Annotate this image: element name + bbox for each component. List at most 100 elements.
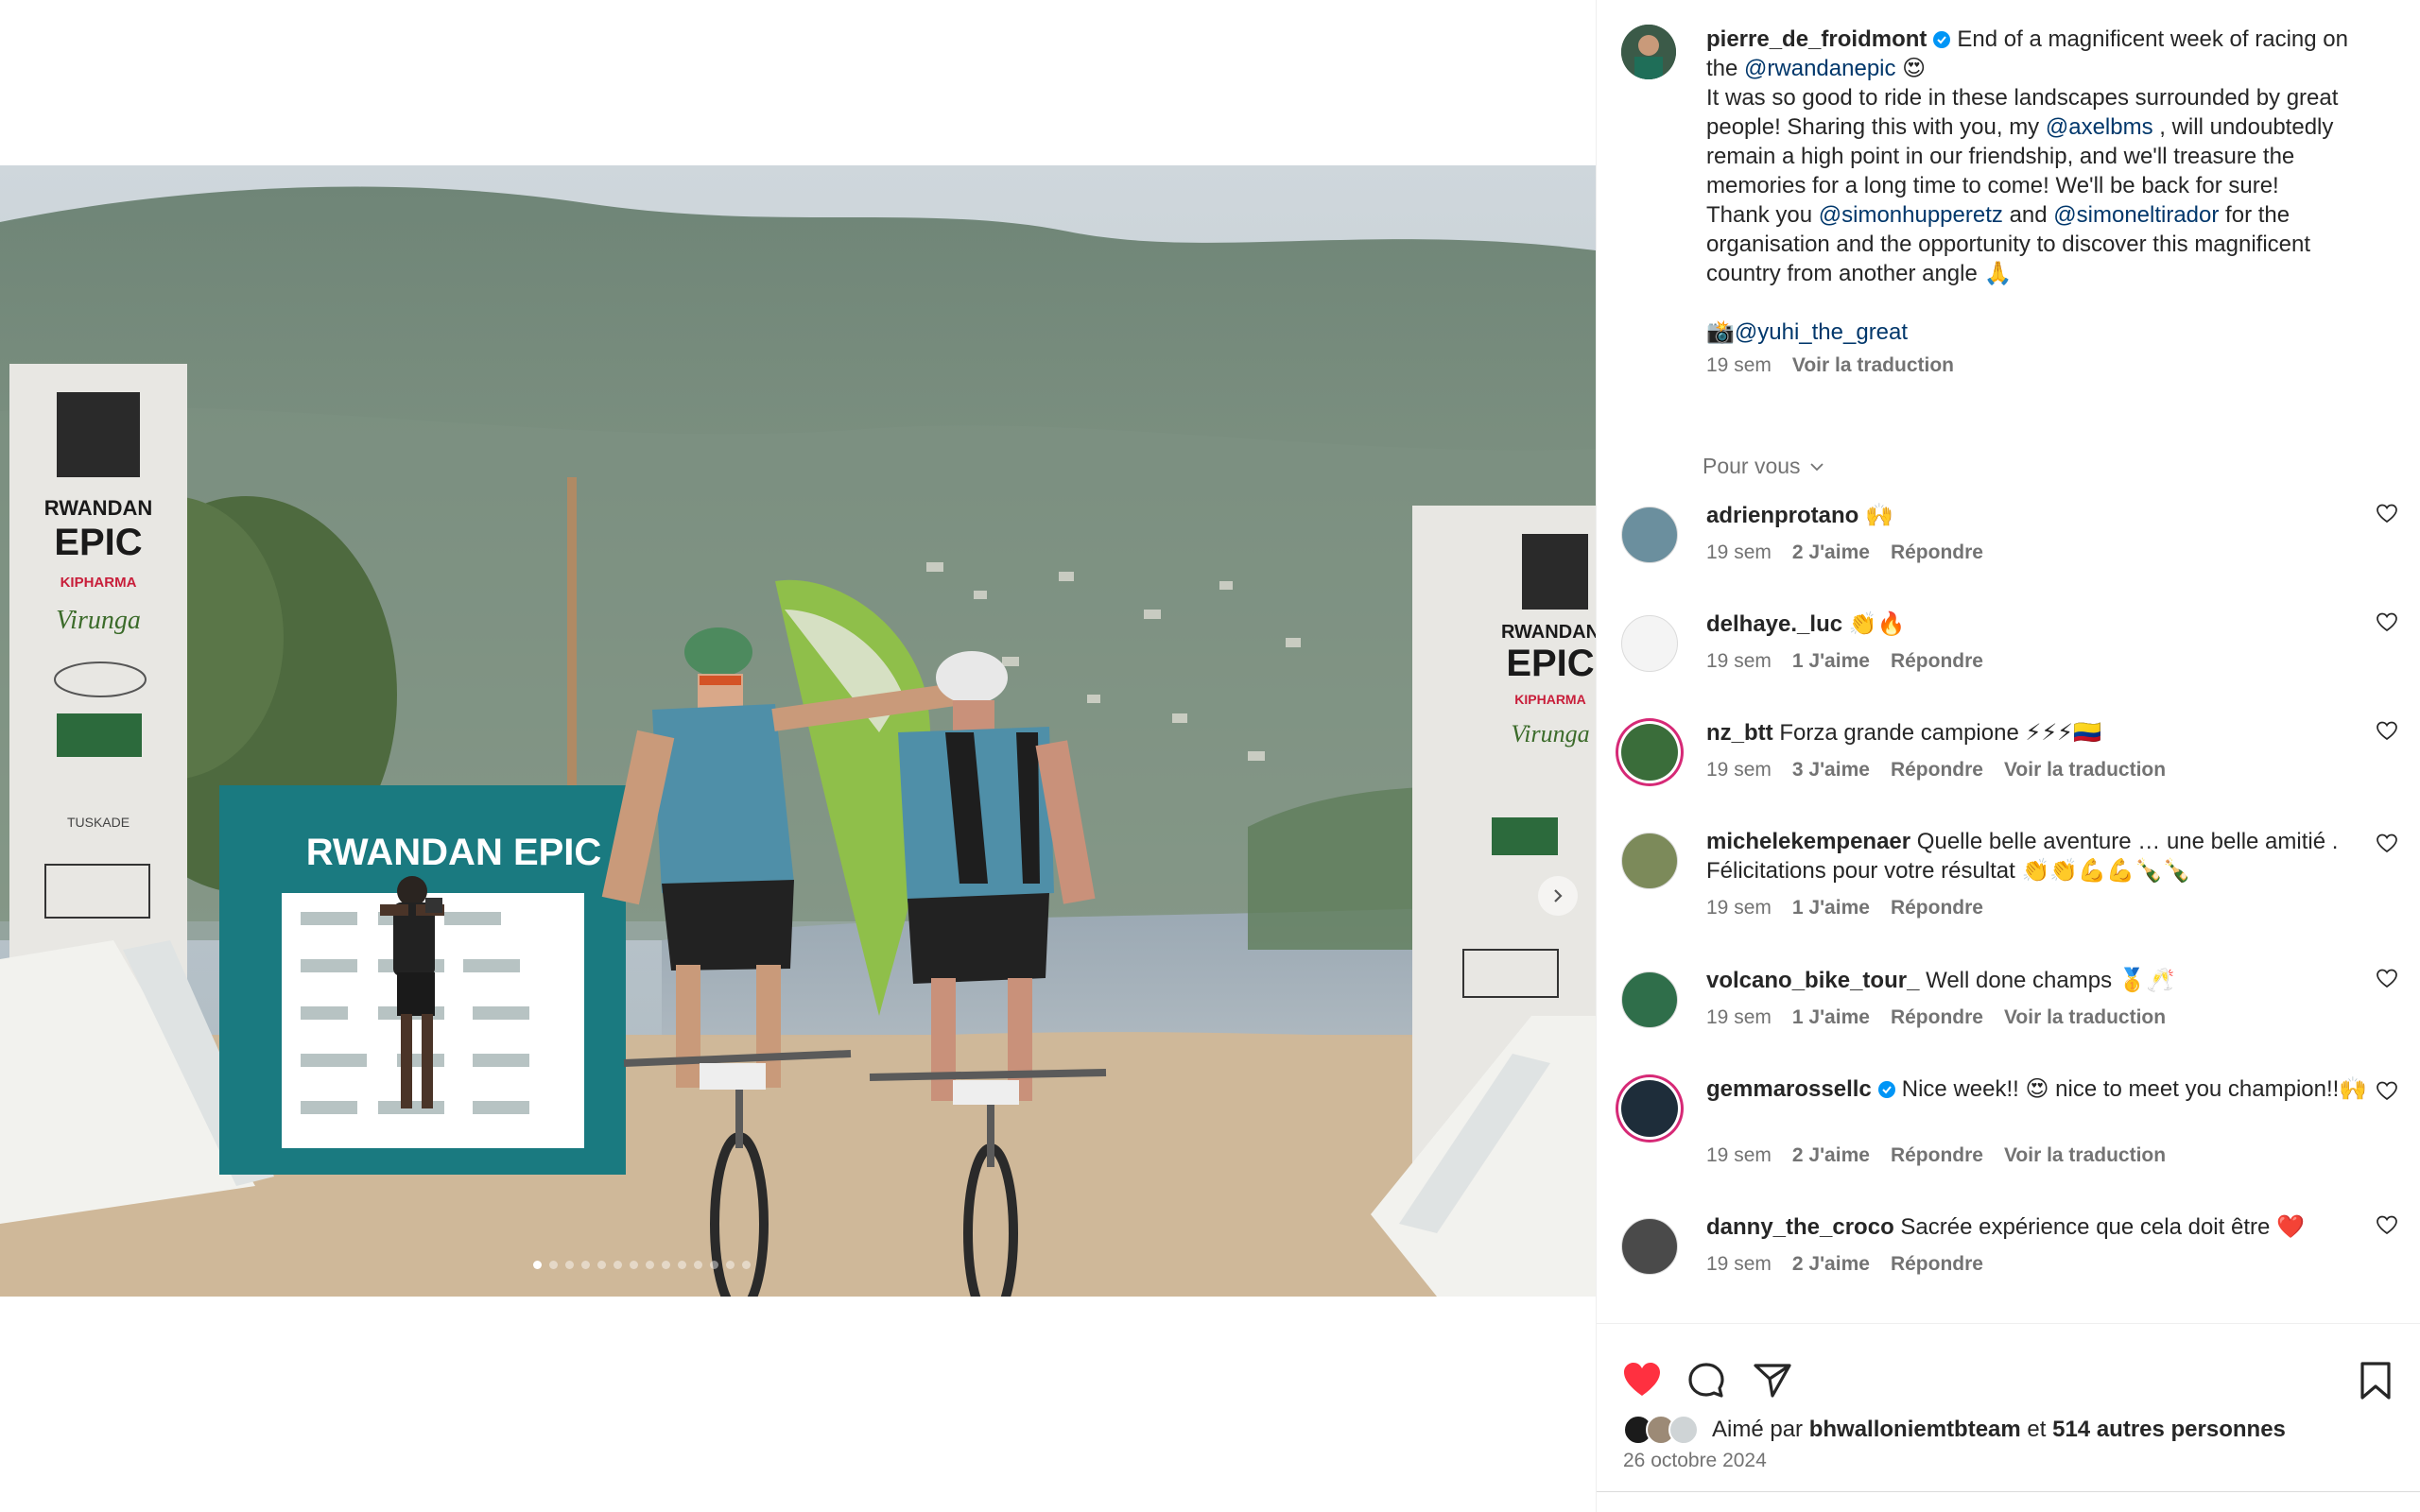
commenter-avatar[interactable] [1621, 507, 1678, 563]
comment-like-heart-icon[interactable] [2376, 1214, 2398, 1237]
comment-reply-button[interactable]: Répondre [1891, 1144, 1983, 1166]
comment-text: nz_btt Forza grande campione ⚡⚡⚡🇨🇴 [1706, 718, 2368, 747]
post-photo[interactable]: RWANDAN EPIC KIPHARMA Virunga TUSKADE RW… [0, 165, 1596, 1297]
caption-emoji: 😍 [1902, 56, 1927, 81]
comment-icon[interactable] [1685, 1360, 1727, 1401]
svg-text:RWANDAN: RWANDAN [1501, 622, 1596, 643]
liked-others[interactable]: 514 autres personnes [2052, 1417, 2286, 1443]
comment-likes-link[interactable]: 2 J'aime [1792, 1253, 1870, 1275]
mention-simonhupperetz[interactable]: @simonhupperetz [1819, 202, 2003, 228]
comment-text: danny_the_croco Sacrée expérience que ce… [1706, 1212, 2368, 1242]
svg-text:Virunga: Virunga [1511, 720, 1589, 747]
comment-reply-button[interactable]: Répondre [1891, 541, 1983, 563]
bookmark-icon[interactable] [2355, 1360, 2396, 1401]
carousel-dot [662, 1261, 670, 1269]
liked-user[interactable]: bhwalloniemtbteam [1809, 1417, 2021, 1443]
comment-meta: 19 sem 1 J'aime Répondre Voir la traduction [1706, 1006, 2166, 1029]
svg-text:EPIC: EPIC [54, 522, 142, 563]
verified-icon [1877, 1081, 1895, 1098]
comment-reply-button[interactable]: Répondre [1891, 1253, 1983, 1275]
carousel-dot [726, 1261, 735, 1269]
comment-like-heart-icon[interactable] [2376, 833, 2398, 855]
commenter-username[interactable]: gemmarossellc [1706, 1076, 1872, 1102]
mention-photographer[interactable]: @yuhi_the_great [1735, 319, 1908, 345]
photo-illustration: RWANDAN EPIC KIPHARMA Virunga TUSKADE RW… [0, 165, 1596, 1297]
comment-filter-dropdown[interactable]: Pour vous [1703, 454, 1825, 479]
chevron-down-icon [1809, 462, 1824, 471]
comment-body: Nice week!! 😍 nice to meet you champion!… [1901, 1076, 2368, 1102]
commenter-username[interactable]: nz_btt [1706, 720, 1773, 746]
comment-translate-link[interactable]: Voir la traduction [2004, 1144, 2166, 1166]
comment-meta: 19 sem 2 J'aime Répondre [1706, 1253, 1983, 1276]
comment-like-heart-icon[interactable] [2376, 611, 2398, 634]
caption-translate-link[interactable]: Voir la traduction [1792, 354, 1954, 376]
commenter-username[interactable]: adrienprotano [1706, 503, 1858, 528]
comment-time: 19 sem [1706, 1253, 1772, 1275]
comment-reply-button[interactable]: Répondre [1891, 897, 1983, 919]
comment-reply-button[interactable]: Répondre [1891, 650, 1983, 672]
author-username[interactable]: pierre_de_froidmont [1706, 26, 1927, 52]
comment-translate-link[interactable]: Voir la traduction [2004, 1006, 2166, 1028]
commenter-username[interactable]: michelekempenaer [1706, 829, 1910, 854]
comment-time: 19 sem [1706, 897, 1772, 919]
comment-likes-link[interactable]: 1 J'aime [1792, 897, 1870, 919]
comment-likes-link[interactable]: 2 J'aime [1792, 541, 1870, 563]
carousel-next-button[interactable] [1538, 876, 1578, 916]
commenter-username[interactable]: volcano_bike_tour_ [1706, 968, 1919, 993]
carousel-dot [742, 1261, 751, 1269]
post-side-panel: pierre_de_froidmont End of a magnificent … [1596, 0, 2420, 1512]
mention-axelbms[interactable]: @axelbms [2046, 114, 2153, 140]
liked-prefix: Aimé par [1712, 1417, 1804, 1442]
svg-text:KIPHARMA: KIPHARMA [1514, 692, 1585, 707]
comment-time: 19 sem [1706, 1006, 1772, 1028]
comment-reply-button[interactable]: Répondre [1891, 759, 1983, 781]
commenter-avatar[interactable] [1621, 1080, 1678, 1137]
comment-likes-link[interactable]: 1 J'aime [1792, 1006, 1870, 1028]
comment-meta: 19 sem 2 J'aime Répondre [1706, 541, 1983, 564]
comment-text: delhaye._luc 👏🔥 [1706, 610, 2368, 639]
comment-text: michelekempenaer Quelle belle aventure …… [1706, 827, 2368, 885]
comment-reply-button[interactable]: Répondre [1891, 1006, 1983, 1028]
commenter-username[interactable]: danny_the_croco [1706, 1214, 1894, 1240]
carousel-dot [678, 1261, 686, 1269]
comment-like-heart-icon[interactable] [2376, 968, 2398, 990]
comment-text: adrienprotano 🙌 [1706, 501, 2368, 530]
liker-avatars [1623, 1415, 1699, 1445]
carousel-dot [597, 1261, 606, 1269]
commenter-avatar[interactable] [1621, 615, 1678, 672]
verified-icon [1933, 31, 1951, 48]
comment-meta: 19 sem 3 J'aime Répondre Voir la traduction [1706, 759, 2166, 782]
share-icon[interactable] [1752, 1360, 1793, 1401]
commenter-avatar[interactable] [1621, 1218, 1678, 1275]
comment-meta: 19 sem 2 J'aime Répondre Voir la traduction [1706, 1144, 2166, 1167]
comment-translate-link[interactable]: Voir la traduction [2004, 759, 2166, 781]
carousel-indicator [0, 1261, 1596, 1269]
comment-input-bar[interactable] [1597, 1491, 2420, 1512]
comment-likes-link[interactable]: 3 J'aime [1792, 759, 1870, 781]
commenter-avatar[interactable] [1621, 971, 1678, 1028]
liker-avatar [1668, 1415, 1699, 1445]
commenter-username[interactable]: delhaye._luc [1706, 611, 1842, 637]
carousel-dot [581, 1261, 590, 1269]
comment-time: 19 sem [1706, 1144, 1772, 1166]
caption-time: 19 sem [1706, 354, 1772, 376]
comment-like-heart-icon[interactable] [2376, 503, 2398, 525]
comment-text: volcano_bike_tour_ Well done champs 🥇🥂 [1706, 966, 2368, 995]
commenter-avatar[interactable] [1621, 724, 1678, 781]
likes-summary[interactable]: Aimé par bhwalloniemtbteam et 514 autres… [1623, 1415, 2286, 1445]
heart-icon[interactable] [1621, 1360, 1663, 1401]
comment-like-heart-icon[interactable] [2376, 720, 2398, 743]
svg-text:EPIC: EPIC [1506, 643, 1594, 684]
comment-like-heart-icon[interactable] [2376, 1080, 2398, 1103]
comment-likes-link[interactable]: 2 J'aime [1792, 1144, 1870, 1166]
mention-simoneltirador[interactable]: @simoneltirador [2053, 202, 2219, 228]
author-avatar[interactable] [1621, 25, 1676, 79]
carousel-dot [646, 1261, 654, 1269]
commenter-avatar[interactable] [1621, 833, 1678, 889]
chevron-right-icon [1554, 889, 1563, 902]
camera-icon: 📸 [1706, 319, 1735, 345]
comment-likes-link[interactable]: 1 J'aime [1792, 650, 1870, 672]
mention-rwandanepic[interactable]: @rwandanepic [1744, 56, 1895, 81]
comment-text: gemmarossellc Nice week!! 😍 nice to meet … [1706, 1074, 2368, 1104]
comment-filter-label: Pour vous [1703, 454, 1801, 478]
